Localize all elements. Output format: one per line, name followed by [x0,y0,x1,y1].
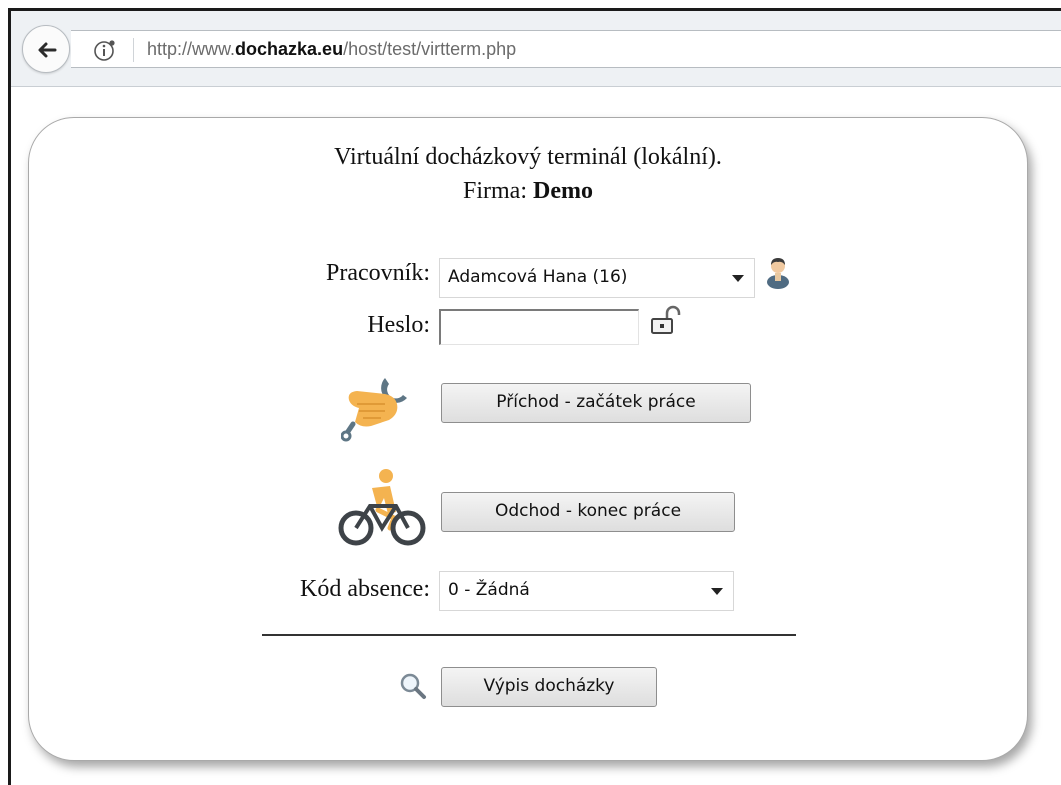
url-path: /host/test/virtterm.php [343,39,517,59]
url-prefix: http://www. [147,39,236,59]
url-domain: dochazka.eu [235,39,344,59]
arrival-button[interactable]: Příchod - začátek práce [441,383,751,423]
absence-select-value: 0 - Žádná [448,580,530,600]
back-button[interactable] [22,25,70,73]
cyclist-icon [338,469,426,546]
page-content: Virtuální docházkový terminál (lokální).… [11,87,1061,785]
url-text[interactable]: http://www.dochazka.eu/host/test/virtter… [147,39,516,60]
info-icon[interactable] [93,39,117,63]
chevron-down-icon [711,588,723,595]
divider [262,634,796,636]
unlocked-padlock-icon[interactable] [649,304,681,336]
terminal-panel: Virtuální docházkový terminál (lokální).… [28,117,1028,761]
employee-select-value: Adamcová Hana (16) [448,267,628,287]
back-arrow-icon [38,42,57,58]
url-separator [133,38,134,62]
firm-line: Firma: Demo [29,178,1027,205]
user-icon[interactable] [765,255,791,289]
employee-select[interactable]: Adamcová Hana (16) [439,258,755,298]
hand-wrench-icon [341,378,407,442]
page-title: Virtuální docházkový terminál (lokální). [334,144,722,170]
address-bar[interactable]: http://www.dochazka.eu/host/test/virtter… [71,30,1061,68]
password-field[interactable] [439,309,639,345]
absence-label: Kód absence: [300,576,430,602]
absence-select[interactable]: 0 - Žádná [439,571,734,611]
firm-name: Demo [533,178,593,204]
chevron-down-icon [732,275,744,282]
password-label: Heslo: [367,312,430,338]
browser-window: http://www.dochazka.eu/host/test/virtter… [8,8,1061,785]
firm-label: Firma: [463,178,527,204]
attendance-report-button[interactable]: Výpis docházky [441,667,657,707]
magnifier-icon [400,673,426,699]
browser-toolbar: http://www.dochazka.eu/host/test/virtter… [11,11,1061,87]
departure-button[interactable]: Odchod - konec práce [441,492,735,532]
employee-label: Pracovník: [326,260,430,286]
